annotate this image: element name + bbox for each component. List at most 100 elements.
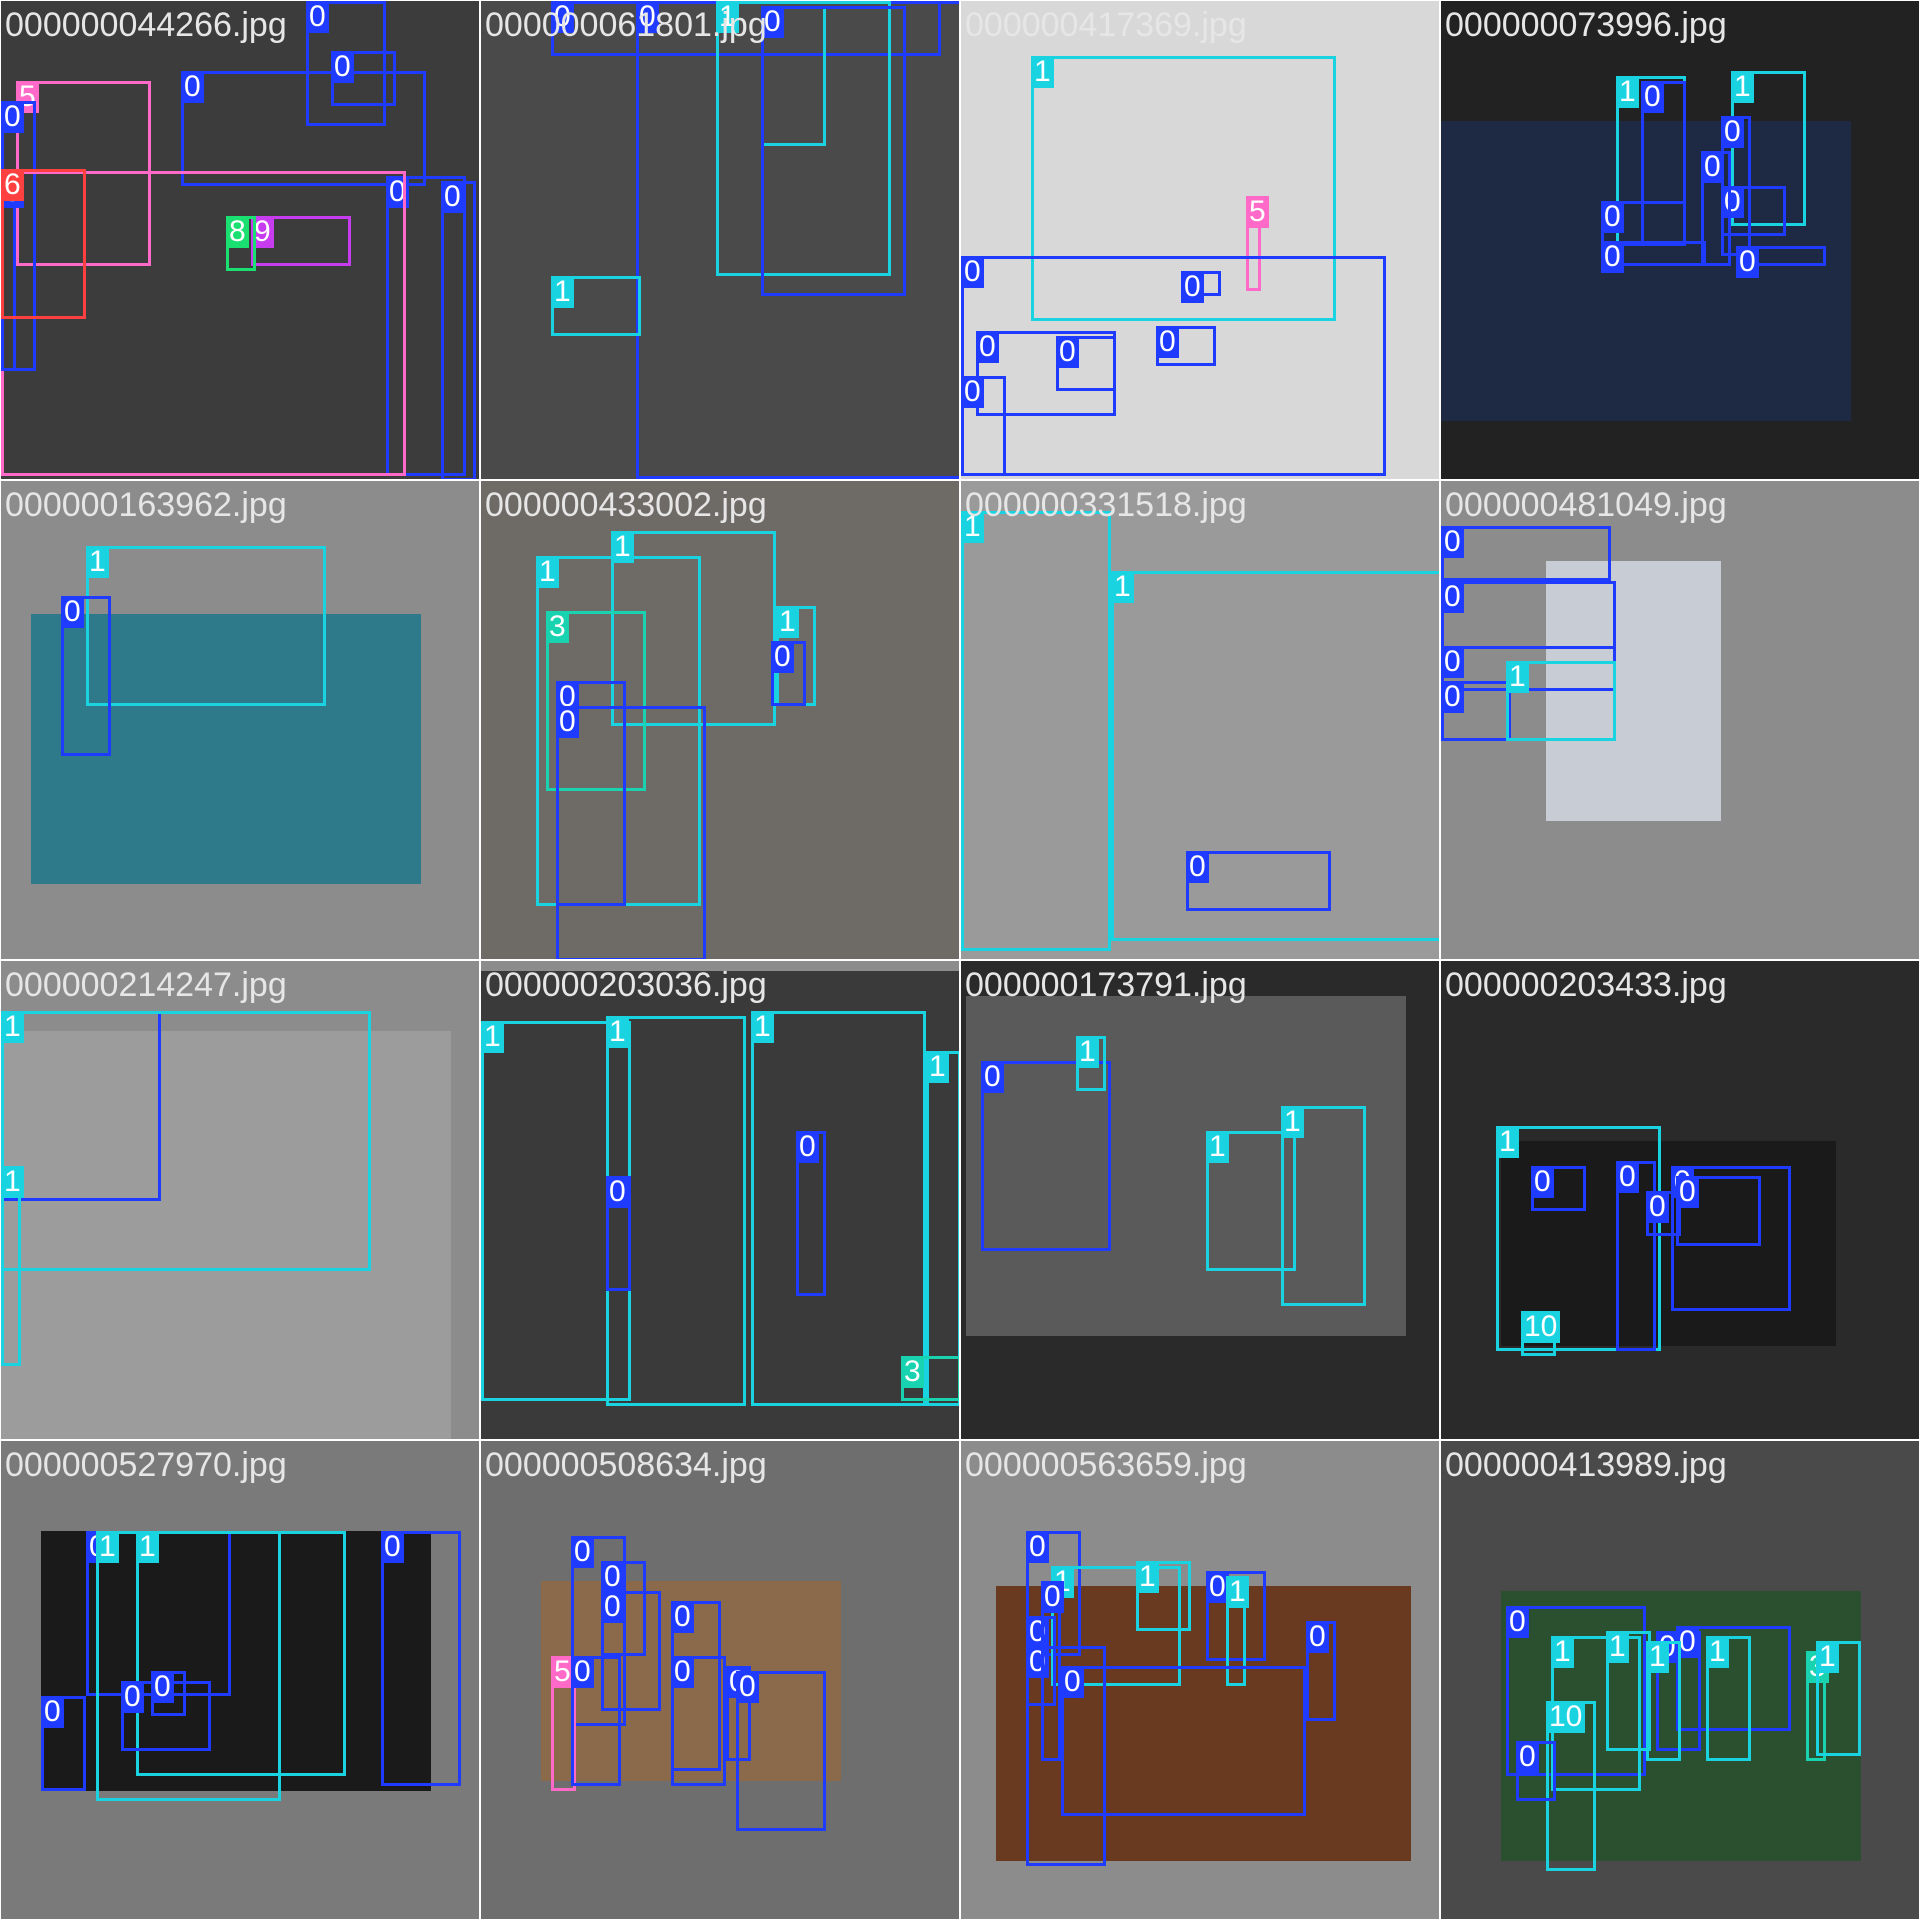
class-label: 0 [1736,246,1759,278]
bounding-box: 1 [1,1166,24,1366]
class-label: 1 [926,1051,949,1083]
bounding-box: 0 [1676,1176,1761,1246]
bounding-box: 0 [331,51,396,106]
class-label: 0 [181,71,204,103]
bounding-box: 3 [901,1356,959,1401]
class-label: 1 [1,1011,24,1043]
bounding-box: 0 [1306,1621,1336,1721]
bounding-box: 0 [1701,151,1731,266]
mosaic-tile: 000000417369.jpg 1 5 0 0 0 0 0 0 [960,0,1440,480]
bounding-box: 0 [796,1131,826,1296]
mosaic-tile: 000000203433.jpg10000010 [1440,960,1920,1440]
class-label: 1 [751,1011,774,1043]
bounding-box: 8 [226,216,256,271]
class-label: 0 [671,1656,694,1688]
class-label: 1 [1816,1641,1839,1673]
class-label: 0 [571,1536,594,1568]
class-label: 0 [1506,1606,1529,1638]
class-label: 0 [1156,326,1179,358]
class-label: 0 [606,1176,629,1208]
bounding-box: 0 [1531,1166,1586,1211]
class-label: 1 [1706,1636,1729,1668]
bounding-box: 0 [1186,851,1331,911]
class-label: 0 [306,1,329,33]
bounding-box: 9 [251,216,351,266]
class-label: 10 [1546,1701,1586,1733]
bounding-box: 1 [961,511,1111,951]
class-label: 0 [981,1061,1004,1093]
class-label: 1 [536,556,559,588]
class-label: 8 [226,216,249,248]
bounding-box: 0 [1156,326,1216,366]
class-label: 1 [1206,1131,1229,1163]
mosaic-tile: 000000173791.jpg 0 1 1 1 [960,960,1440,1440]
class-label: 0 [1441,681,1464,713]
bounding-box: 0 [1441,526,1611,581]
class-label: 0 [1601,201,1624,233]
class-label: 0 [441,181,464,213]
class-label: 0 [1441,646,1464,678]
class-label: 0 [1616,1161,1639,1193]
class-label: 1 [776,606,799,638]
class-label: 1 [1136,1561,1159,1593]
class-label: 0 [1,101,24,133]
class-label: 0 [1056,336,1079,368]
class-label: 0 [771,641,794,673]
image-filename: 000000417369.jpg [965,6,1247,44]
image-filename: 000000061801.jpg [485,6,767,44]
image-filename: 000000527970.jpg [5,1446,287,1484]
class-label: 0 [1646,1191,1669,1223]
image-filename: 000000413989.jpg [1445,1446,1727,1484]
bounding-box: 0 [771,641,806,706]
bounding-box: 0 [1736,246,1826,278]
class-label: 1 [1076,1036,1099,1068]
mosaic-tile: 000000061801.jpg001101 [480,0,960,480]
bounding-box: 1 [551,276,641,336]
bounding-box: 1 [1136,1561,1191,1631]
mosaic-tile: 000000073996.jpg 1 0 1 0 0 0 0 0 0 [1440,0,1920,480]
class-label: 0 [961,376,984,408]
mosaic-tile: 000000563659.jpg0110100000 [960,1440,1440,1920]
class-label: 1 [1551,1636,1574,1668]
bounding-box: 0 [151,1671,186,1716]
class-label: 0 [1441,581,1464,613]
bounding-box: 0 [1441,681,1511,741]
image-filename: 000000331518.jpg [965,486,1247,524]
class-label: 0 [1601,241,1624,273]
bounding-box: 0 [1061,1666,1306,1816]
class-label: 6 [1,169,24,201]
class-label: 1 [1646,1641,1669,1673]
bounding-box: 1 [926,1051,959,1406]
image-filename: 000000508634.jpg [485,1446,767,1484]
class-label: 0 [1641,81,1664,113]
class-label: 0 [1676,1176,1699,1208]
class-label: 0 [961,256,984,288]
bounding-box: 0 [761,6,906,296]
mosaic-tile: 000000433002.jpg 1 1 3 0 0 1 0 [480,480,960,960]
class-label: 0 [61,596,84,628]
class-label: 0 [1441,526,1464,558]
class-label: 1 [606,1016,629,1048]
image-filename: 000000163962.jpg [5,486,287,524]
class-label: 0 [41,1696,64,1728]
class-label: 0 [151,1671,174,1703]
detection-mosaic: 000000044266.jpg050000598006000000061801… [0,0,1920,1920]
mosaic-tile: 000000163962.jpg 1 0 [0,480,480,960]
class-label: 0 [1721,116,1744,148]
class-label: 1 [1031,56,1054,88]
class-label: 0 [1186,851,1209,883]
image-filename: 000000203036.jpg [485,966,767,1004]
bounding-box: 1 [1506,661,1616,741]
class-label: 1 [611,531,634,563]
bounding-box: 0 [1056,336,1116,391]
class-label: 0 [1181,271,1204,303]
bounding-box: 0 [556,706,706,959]
mosaic-tile: 000000527970.jpg0110000 [0,1440,480,1920]
class-label: 0 [1306,1621,1329,1653]
bounding-box: 1 [1281,1106,1366,1306]
bounding-box: 0 [1041,1581,1064,1761]
bounding-box: 1 [1816,1641,1861,1756]
mosaic-tile: 000000508634.jpg000050000 [480,1440,960,1920]
class-label: 1 [96,1531,119,1563]
class-label: 1 [481,1021,504,1053]
